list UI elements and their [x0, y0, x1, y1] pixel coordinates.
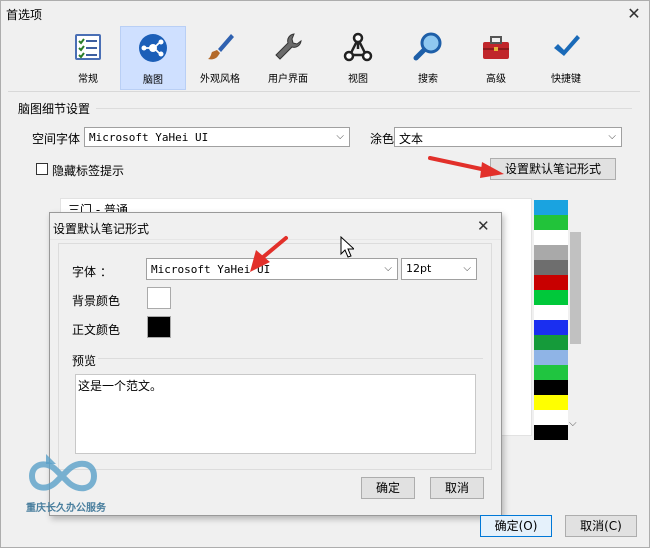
- color-swatch-column: [534, 200, 568, 440]
- network-icon: [343, 32, 373, 62]
- tab-shortcuts[interactable]: 快捷键: [534, 26, 598, 88]
- close-icon[interactable]: ✕: [477, 217, 490, 235]
- font-label: 字体: [72, 265, 97, 279]
- tab-general[interactable]: 常规: [56, 26, 120, 88]
- hide-tag-label: 隐藏标签提示: [52, 164, 125, 178]
- tab-user-interface[interactable]: 用户界面: [256, 26, 320, 88]
- scrollbar-thumb[interactable]: [570, 232, 581, 344]
- paint-value: 文本: [399, 132, 424, 146]
- text-color-label: 正文颜色: [72, 323, 121, 337]
- group-divider: [96, 108, 632, 109]
- space-font-value: Microsoft YaHei UI: [89, 131, 209, 144]
- tab-search[interactable]: 搜索: [396, 26, 460, 88]
- color-swatch: [534, 365, 568, 380]
- color-swatch: [534, 275, 568, 290]
- chevron-down-icon: ⌵: [463, 263, 471, 274]
- color-swatch: [534, 320, 568, 335]
- magnifier-icon: [413, 32, 442, 61]
- color-swatch: [534, 215, 568, 230]
- bg-color-swatch[interactable]: [147, 287, 171, 309]
- font-size-value: 12pt: [406, 262, 432, 275]
- tab-label: 常规: [78, 74, 98, 85]
- annotation-arrow-icon: [428, 156, 504, 178]
- dialog-cancel-button[interactable]: 取消: [430, 477, 484, 499]
- color-swatch: [534, 305, 568, 320]
- tab-label: 搜索: [418, 74, 438, 85]
- chevron-down-icon: ⌵: [336, 131, 344, 142]
- color-swatch: [534, 260, 568, 275]
- space-font-label: 空间字体: [32, 132, 81, 146]
- tab-label: 外观风格: [200, 74, 240, 85]
- checklist-icon: [75, 34, 101, 60]
- tab-mindmap[interactable]: 脑图: [120, 26, 186, 90]
- annotation-arrow-icon: [250, 236, 288, 272]
- tab-view[interactable]: 视图: [326, 26, 390, 88]
- preview-sample-text: 这是一个范文。: [78, 379, 163, 393]
- tab-label: 脑图: [143, 75, 163, 86]
- tab-appearance[interactable]: 外观风格: [188, 26, 252, 88]
- color-swatch: [534, 350, 568, 365]
- color-swatch: [534, 290, 568, 305]
- color-swatch: [534, 200, 568, 215]
- divider: [8, 91, 640, 92]
- preview-label: 预览: [72, 354, 97, 368]
- tab-label: 视图: [348, 74, 368, 85]
- color-swatch: [534, 395, 568, 410]
- paint-select[interactable]: 文本 ⌵: [394, 127, 622, 147]
- watermark-text: 重庆长久办公服务: [26, 503, 106, 514]
- color-swatch: [534, 245, 568, 260]
- color-swatch: [534, 425, 568, 440]
- group-title: 脑图细节设置: [18, 102, 91, 116]
- color-swatch: [534, 335, 568, 350]
- hide-tag-checkbox[interactable]: [36, 163, 48, 175]
- tab-label: 快捷键: [551, 74, 581, 85]
- window-title: 首选项: [6, 8, 43, 22]
- bg-color-label: 背景颜色: [72, 294, 121, 308]
- color-swatch: [534, 380, 568, 395]
- tab-label: 高级: [486, 74, 506, 85]
- font-colon: ：: [100, 265, 113, 279]
- tab-advanced[interactable]: 高级: [464, 26, 528, 88]
- chevron-down-icon: ⌵: [384, 263, 392, 274]
- tab-label: 用户界面: [268, 74, 308, 85]
- wrench-icon: [275, 33, 302, 60]
- font-size-select[interactable]: 12pt ⌵: [401, 258, 477, 280]
- paintbrush-icon: [208, 34, 234, 60]
- close-icon[interactable]: ✕: [624, 4, 644, 23]
- dialog-title: 设置默认笔记形式: [53, 222, 150, 236]
- scroll-down-icon[interactable]: ⌵: [569, 418, 577, 429]
- color-swatch: [534, 230, 568, 245]
- checkmark-icon: [554, 35, 580, 56]
- mindmap-icon: [139, 34, 167, 62]
- ok-button[interactable]: 确定(O): [480, 515, 552, 537]
- chevron-down-icon: ⌵: [608, 131, 616, 142]
- mouse-cursor-icon: [340, 236, 354, 258]
- cancel-button[interactable]: 取消(C): [565, 515, 637, 537]
- toolbox-icon: [483, 36, 509, 59]
- paint-label: 涂色: [370, 132, 395, 146]
- space-font-select[interactable]: Microsoft YaHei UI ⌵: [84, 127, 350, 147]
- text-color-swatch[interactable]: [147, 316, 171, 338]
- color-swatch: [534, 410, 568, 425]
- dialog-ok-button[interactable]: 确定: [361, 477, 415, 499]
- preview-divider: [98, 358, 483, 359]
